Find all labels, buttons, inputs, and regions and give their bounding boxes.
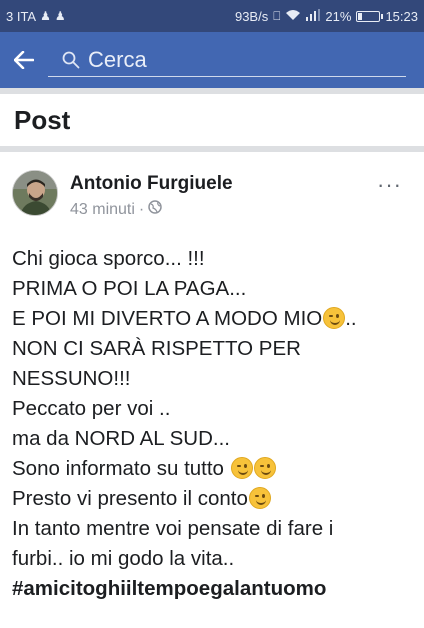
search-bar[interactable] bbox=[48, 43, 406, 77]
battery-icon bbox=[356, 10, 384, 22]
post-meta: 43 minuti · bbox=[70, 200, 233, 219]
post-line: furbi.. io mi godo la vita.. bbox=[12, 547, 235, 570]
post-line: E POI MI DIVERTO A MODO MIO.. bbox=[12, 307, 357, 330]
user-notification-icon: ♟ bbox=[40, 9, 51, 23]
search-icon bbox=[62, 51, 80, 69]
user-notification-icon: ♟ bbox=[54, 9, 66, 23]
avatar[interactable] bbox=[12, 170, 58, 216]
more-options-button[interactable]: ··· bbox=[377, 172, 402, 198]
vibrate-icon: ⎕ bbox=[273, 9, 281, 23]
post-line: NESSUNO!!! bbox=[12, 367, 131, 390]
winking-face-icon bbox=[323, 307, 346, 329]
wifi-icon bbox=[285, 9, 301, 23]
winking-face-icon bbox=[253, 457, 276, 479]
post-line: Sono informato su tutto bbox=[12, 454, 416, 484]
status-bar: 3 ITA ♟ ♟ 93B/s ⎕ 21% 15:23 bbox=[0, 0, 424, 32]
post-line: ma da NORD AL SUD... bbox=[12, 427, 230, 450]
post-line: Presto vi presento il conto bbox=[12, 484, 416, 514]
meta-separator: · bbox=[138, 200, 145, 218]
search-input[interactable] bbox=[88, 46, 406, 73]
winking-face-icon bbox=[230, 457, 253, 479]
signal-icon bbox=[306, 9, 321, 23]
author-block: Antonio Furgiuele 43 minuti · bbox=[70, 173, 233, 219]
back-button[interactable] bbox=[0, 32, 48, 88]
post-line: Peccato per voi .. bbox=[12, 397, 171, 420]
globe-icon bbox=[148, 200, 162, 219]
hashtag-link[interactable]: #amicitoghiiltempoegalantuomo bbox=[12, 574, 416, 604]
carrier-label: 3 ITA bbox=[6, 8, 37, 24]
author-name[interactable]: Antonio Furgiuele bbox=[70, 173, 233, 195]
winking-face-icon bbox=[248, 487, 271, 509]
post-line: PRIMA O POI LA PAGA... bbox=[12, 277, 247, 300]
top-app-bar bbox=[0, 32, 424, 88]
post-line: NON CI SARÀ RISPETTO PER bbox=[12, 337, 301, 360]
post-text: Chi gioca sporco... !!! PRIMA O POI LA P… bbox=[12, 244, 416, 604]
page-title: Post bbox=[14, 104, 71, 135]
section-header: Post bbox=[0, 88, 424, 152]
clock: 15:23 bbox=[385, 8, 418, 24]
post-line: In tanto mentre voi pensate di fare i bbox=[12, 517, 334, 540]
network-speed: 93B/s bbox=[234, 8, 269, 24]
battery-percent: 21% bbox=[325, 8, 352, 24]
post-timestamp[interactable]: 43 minuti bbox=[70, 201, 135, 219]
post-line: Chi gioca sporco... !!! bbox=[12, 247, 205, 270]
arrow-left-icon bbox=[14, 51, 34, 69]
post-header: Antonio Furgiuele 43 minuti · ··· bbox=[0, 170, 424, 234]
